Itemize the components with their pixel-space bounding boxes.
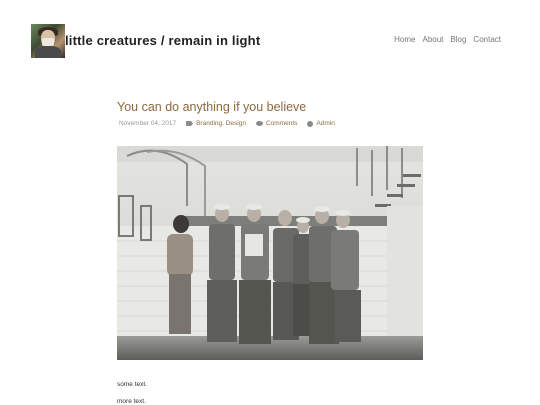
post-categories[interactable]: Branding, Design xyxy=(196,120,246,127)
post-date: November 04, 2017 xyxy=(119,120,177,127)
post-paragraph: some text. xyxy=(117,381,147,388)
comment-icon xyxy=(255,121,263,126)
post-featured-image xyxy=(117,146,423,360)
site-header: little creatures / remain in light Home … xyxy=(0,0,540,80)
tag-icon xyxy=(186,121,194,126)
site-title[interactable]: little creatures / remain in light xyxy=(65,33,260,48)
post-paragraph: more text. xyxy=(117,398,146,405)
post-comments-link[interactable]: Comments xyxy=(266,120,297,127)
user-icon xyxy=(307,120,314,127)
nav-item-home[interactable]: Home xyxy=(394,35,415,44)
nav-item-about[interactable]: About xyxy=(423,35,444,44)
site-avatar[interactable] xyxy=(31,24,65,58)
post-meta: November 04, 2017 Branding, Design Comme… xyxy=(119,120,335,127)
nav-item-contact[interactable]: Contact xyxy=(473,35,501,44)
post-title[interactable]: You can do anything if you believe xyxy=(117,100,306,114)
nav-item-blog[interactable]: Blog xyxy=(450,35,466,44)
main-nav: Home About Blog Contact xyxy=(394,35,501,44)
post-author[interactable]: Admin xyxy=(316,120,334,127)
